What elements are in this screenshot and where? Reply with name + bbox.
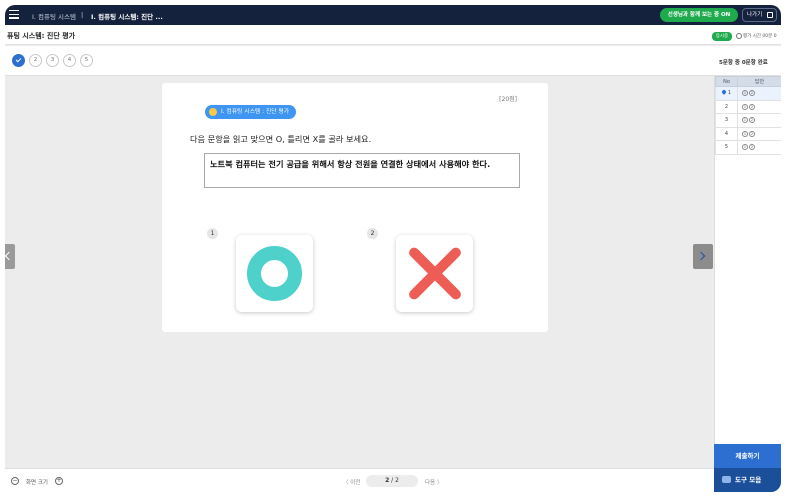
- answer-row-no: 5: [715, 140, 738, 155]
- toolbox-icon: [722, 476, 731, 483]
- option-x-button[interactable]: [396, 235, 473, 312]
- completion-count: 5문항 중 0문항 완료: [714, 46, 781, 76]
- option-circle[interactable]: 1: [742, 103, 748, 110]
- statement-box: 노트북 컴퓨터는 전기 공급을 위해서 항상 전원을 연결한 상태에서 사용해야…: [204, 153, 520, 188]
- top-bar: Ⅰ. 컴퓨팅 시스템 | Ⅰ. 컴퓨팅 시스템: 진단 ... 선생님과 함께 …: [5, 5, 781, 25]
- answer-row-options[interactable]: 12: [737, 126, 781, 141]
- x-mark-icon: [402, 241, 467, 306]
- status-badge: 응시중: [712, 32, 732, 41]
- answer-row[interactable]: 5 12: [715, 140, 781, 155]
- answer-sheet-table: No 답안 1 12 2 12 3 12 4 12 5 12: [715, 76, 781, 155]
- column-header-answer: 답안: [737, 76, 781, 87]
- option-circle[interactable]: 2: [749, 117, 755, 124]
- answer-row-options[interactable]: 12: [737, 140, 781, 155]
- chevron-left-icon: [5, 251, 14, 261]
- question-step-5[interactable]: 5: [80, 54, 93, 67]
- option-number-2: 2: [367, 228, 378, 239]
- answer-row-no: 2: [715, 99, 738, 114]
- answer-row-no: 1: [715, 86, 738, 101]
- breadcrumb-unit[interactable]: Ⅰ. 컴퓨팅 시스템: [32, 11, 76, 21]
- previous-question-arrow[interactable]: [5, 244, 15, 269]
- total-pages: 2: [395, 477, 399, 484]
- option-o-button[interactable]: [236, 235, 313, 312]
- location-pin-icon: [721, 89, 727, 96]
- zoom-out-button[interactable]: −: [11, 477, 19, 485]
- hamburger-menu-icon[interactable]: [9, 10, 19, 19]
- option-circle[interactable]: 2: [749, 130, 755, 137]
- option-circle[interactable]: 1: [742, 144, 748, 151]
- next-question-arrow[interactable]: [693, 244, 713, 269]
- toolbox-button[interactable]: 도구 모음: [714, 468, 781, 492]
- answer-row-no: 3: [715, 113, 738, 128]
- answer-row[interactable]: 1 12: [715, 86, 781, 101]
- clock-icon: [736, 33, 742, 39]
- answer-row-options[interactable]: 12: [737, 86, 781, 101]
- app-window: Ⅰ. 컴퓨팅 시스템 | Ⅰ. 컴퓨팅 시스템: 진단 ... 선생님과 함께 …: [5, 5, 781, 492]
- answer-row-options[interactable]: 12: [737, 113, 781, 128]
- option-circle[interactable]: 1: [742, 117, 748, 124]
- title-bar: 퓨팅 시스템: 진단 평가 응시중 평가 시간 00분 0: [5, 25, 781, 45]
- option-number-1: 1: [207, 228, 218, 239]
- timer-text: 평가 시간 00분 0: [743, 34, 777, 39]
- points-label: [20점]: [499, 96, 517, 103]
- question-progress-strip: 2 3 4 5: [5, 46, 714, 76]
- answer-row[interactable]: 2 12: [715, 99, 781, 114]
- toolbox-label: 도구 모음: [735, 476, 762, 484]
- zoom-in-button[interactable]: +: [55, 477, 63, 485]
- breadcrumb-current: Ⅰ. 컴퓨팅 시스템: 진단 ...: [91, 13, 163, 21]
- zoom-label: 화면 크기: [26, 480, 48, 486]
- option-circle[interactable]: 1: [742, 130, 748, 137]
- check-icon: [15, 56, 22, 62]
- previous-page-button[interactable]: 〈 이전: [343, 478, 360, 486]
- exit-icon: [767, 12, 773, 18]
- answer-sheet-panel: No 답안 1 12 2 12 3 12 4 12 5 12: [714, 76, 781, 444]
- category-pill: Ⅰ. 컴퓨팅 시스템 : 진단 평가: [205, 105, 297, 119]
- bottom-bar: − 화면 크기 + 〈 이전 2 / 2 다음 〉: [5, 468, 714, 492]
- emoji-icon: [209, 108, 217, 116]
- answer-row-options[interactable]: 12: [737, 99, 781, 114]
- column-header-no: No: [715, 76, 738, 87]
- page-title: 퓨팅 시스템: 진단 평가: [7, 32, 76, 40]
- question-step-4[interactable]: 4: [63, 54, 76, 67]
- exit-button-label: 나가기: [747, 12, 763, 18]
- answer-row[interactable]: 3 12: [715, 113, 781, 128]
- question-prompt: 다음 문항을 읽고 맞으면 O, 틀리면 X를 골라 보세요.: [190, 134, 372, 144]
- answer-row[interactable]: 4 12: [715, 126, 781, 141]
- question-step-1[interactable]: [12, 54, 25, 67]
- option-circle[interactable]: 2: [749, 103, 755, 110]
- answer-row-no: 4: [715, 126, 738, 141]
- submit-button[interactable]: 제출하기: [714, 444, 781, 468]
- question-card: [20점] Ⅰ. 컴퓨팅 시스템 : 진단 평가 다음 문항을 읽고 맞으면 O…: [162, 83, 548, 332]
- o-mark-icon: [247, 246, 302, 301]
- option-circle[interactable]: 2: [749, 144, 755, 151]
- option-circle[interactable]: 1: [742, 90, 748, 97]
- question-step-3[interactable]: 3: [46, 54, 59, 67]
- category-label: Ⅰ. 컴퓨팅 시스템 : 진단 평가: [221, 109, 290, 115]
- option-circle[interactable]: 2: [749, 90, 755, 97]
- question-step-2[interactable]: 2: [29, 54, 42, 67]
- chevron-right-icon: [696, 251, 706, 261]
- breadcrumb-separator: |: [81, 11, 84, 19]
- live-with-teacher-toggle[interactable]: 선생님과 함께 보는 중 ON: [660, 8, 738, 22]
- next-page-button[interactable]: 다음 〉: [425, 478, 442, 486]
- exit-button[interactable]: 나가기: [742, 8, 777, 22]
- page-indicator: 2 / 2: [366, 475, 418, 487]
